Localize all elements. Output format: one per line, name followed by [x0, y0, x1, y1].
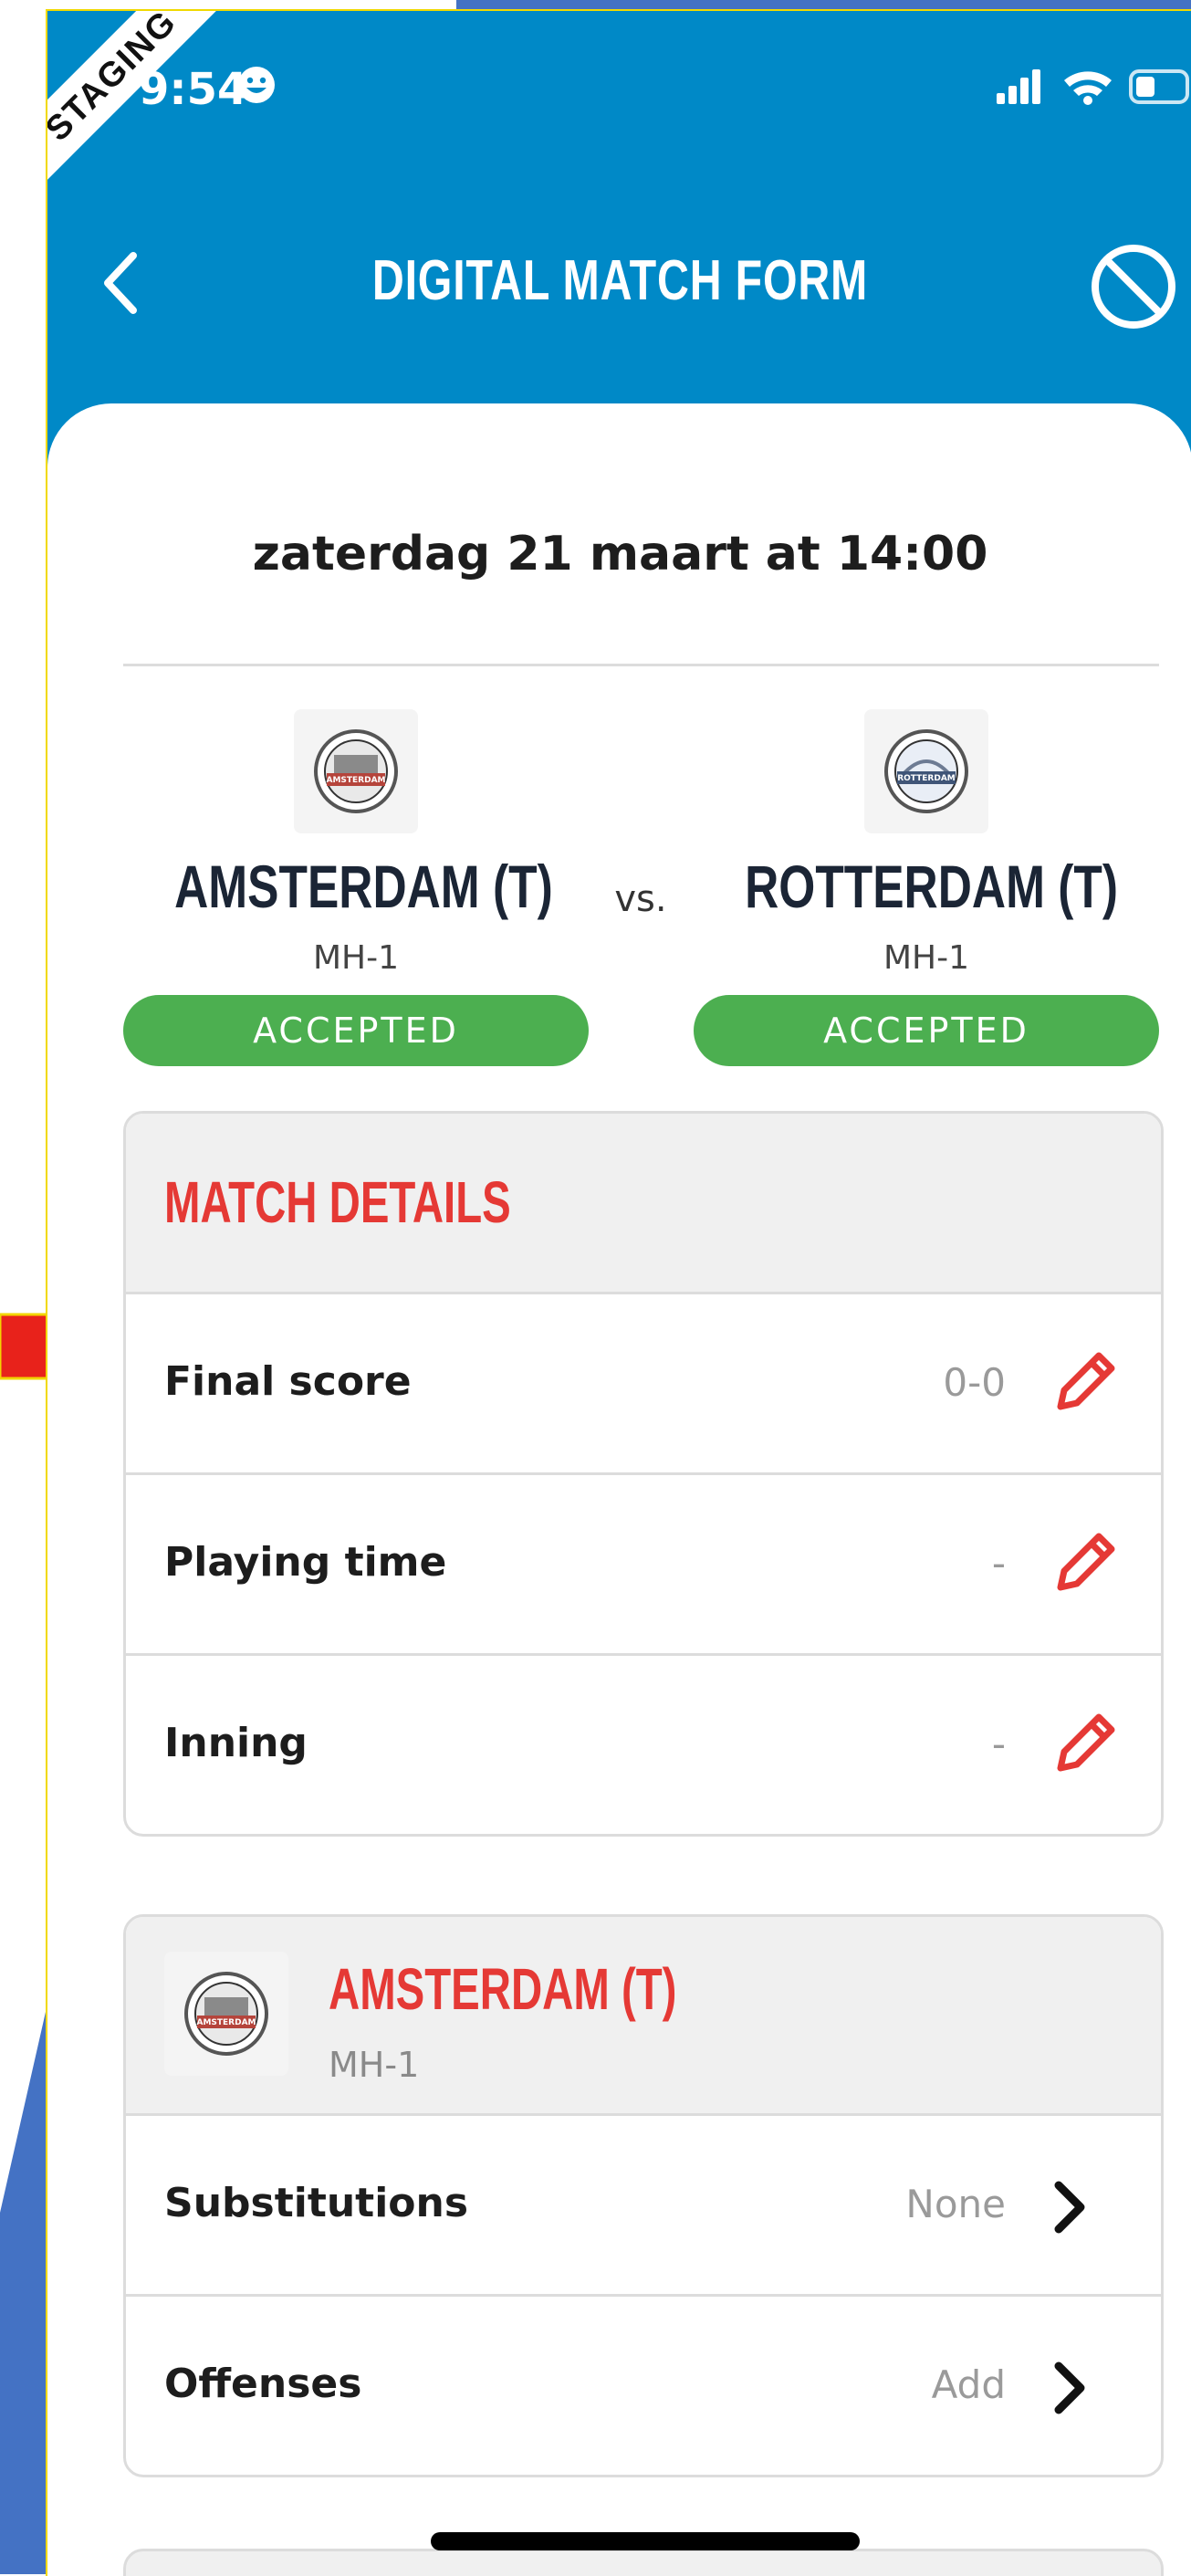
row-value: - — [991, 1722, 1006, 1766]
team-logo-icon: ROTTERDAM — [884, 729, 968, 813]
row-value: Add — [931, 2362, 1006, 2407]
match-details-header: MATCH DETAILS — [126, 1114, 1161, 1294]
smiley-icon — [238, 67, 275, 103]
nav-bar: DIGITAL MATCH FORM — [47, 194, 1191, 358]
match-date: zaterdag 21 maart at 14:00 — [252, 527, 988, 581]
back-chevron-icon[interactable] — [93, 246, 148, 319]
divider — [123, 664, 1159, 666]
team-section-card: AMSTERDAM AMSTERDAM (T) MH-1 Substitutio… — [123, 1914, 1164, 2477]
svg-text:AMSTERDAM: AMSTERDAM — [326, 776, 385, 785]
team-logo-icon: AMSTERDAM — [314, 729, 398, 813]
home-team-name: AMSTERDAM (T) — [174, 853, 553, 920]
status-bar: 9:54 — [47, 11, 1191, 166]
cellular-signal-icon — [997, 69, 1040, 104]
row-label: Substitutions — [164, 2180, 469, 2226]
row-value: 0-0 — [943, 1360, 1006, 1405]
team-section-name: AMSTERDAM (T) — [329, 1956, 677, 2022]
next-card-partial — [123, 2549, 1164, 2576]
cancel-circle-icon[interactable] — [1088, 241, 1179, 332]
battery-icon — [1129, 69, 1189, 104]
away-status-badge: ACCEPTED — [694, 995, 1159, 1066]
playing-time-row[interactable]: Playing time - — [126, 1475, 1161, 1656]
home-indicator — [431, 2532, 860, 2550]
pencil-icon[interactable] — [1048, 1345, 1123, 1419]
pencil-icon[interactable] — [1048, 1525, 1123, 1600]
away-team: ROTTERDAM ROTTERDAM (T) MH-1 ACCEPTED — [694, 709, 1159, 1066]
row-value: None — [905, 2182, 1006, 2226]
row-value: - — [991, 1541, 1006, 1586]
home-team-logo: AMSTERDAM — [294, 709, 418, 833]
pencil-icon[interactable] — [1048, 1706, 1123, 1781]
final-score-row[interactable]: Final score 0-0 — [126, 1294, 1161, 1475]
match-details-card: MATCH DETAILS Final score 0-0 Playing ti… — [123, 1111, 1164, 1837]
team-section-header: AMSTERDAM AMSTERDAM (T) MH-1 — [126, 1917, 1161, 2116]
offenses-row[interactable]: Offenses Add — [126, 2297, 1161, 2475]
away-team-code: MH-1 — [883, 939, 970, 977]
content-sheet: zaterdag 21 maart at 14:00 AMSTERDAM AMS… — [47, 403, 1191, 2576]
team-section-code: MH-1 — [329, 2045, 420, 2085]
row-label: Final score — [164, 1358, 412, 1405]
substitutions-row[interactable]: Substitutions None — [126, 2116, 1161, 2297]
svg-text:AMSTERDAM: AMSTERDAM — [196, 2018, 256, 2027]
home-status-badge: ACCEPTED — [123, 995, 589, 1066]
team-logo-icon: AMSTERDAM — [184, 1972, 268, 2056]
row-label: Playing time — [164, 1539, 447, 1586]
away-team-name: ROTTERDAM (T) — [745, 853, 1119, 920]
status-icons — [997, 69, 1189, 105]
phone-screen: 9:54 STAGING DIGITAL MATCH FORM zaterdag… — [46, 9, 1191, 2576]
svg-text:ROTTERDAM: ROTTERDAM — [897, 774, 956, 783]
row-label: Offenses — [164, 2361, 362, 2407]
home-team-code: MH-1 — [312, 939, 400, 977]
wifi-icon — [1064, 71, 1112, 105]
page-title: DIGITAL MATCH FORM — [371, 249, 869, 312]
chevron-right-icon — [1054, 2181, 1085, 2234]
team-section-logo: AMSTERDAM — [164, 1952, 288, 2076]
match-details-title: MATCH DETAILS — [164, 1169, 511, 1235]
inning-row[interactable]: Inning - — [126, 1656, 1161, 1834]
away-team-logo: ROTTERDAM — [864, 709, 988, 833]
home-team: AMSTERDAM AMSTERDAM (T) MH-1 ACCEPTED — [123, 709, 589, 1066]
chevron-right-icon — [1054, 2361, 1085, 2414]
vs-label: vs. — [614, 878, 667, 920]
row-label: Inning — [164, 1720, 308, 1766]
